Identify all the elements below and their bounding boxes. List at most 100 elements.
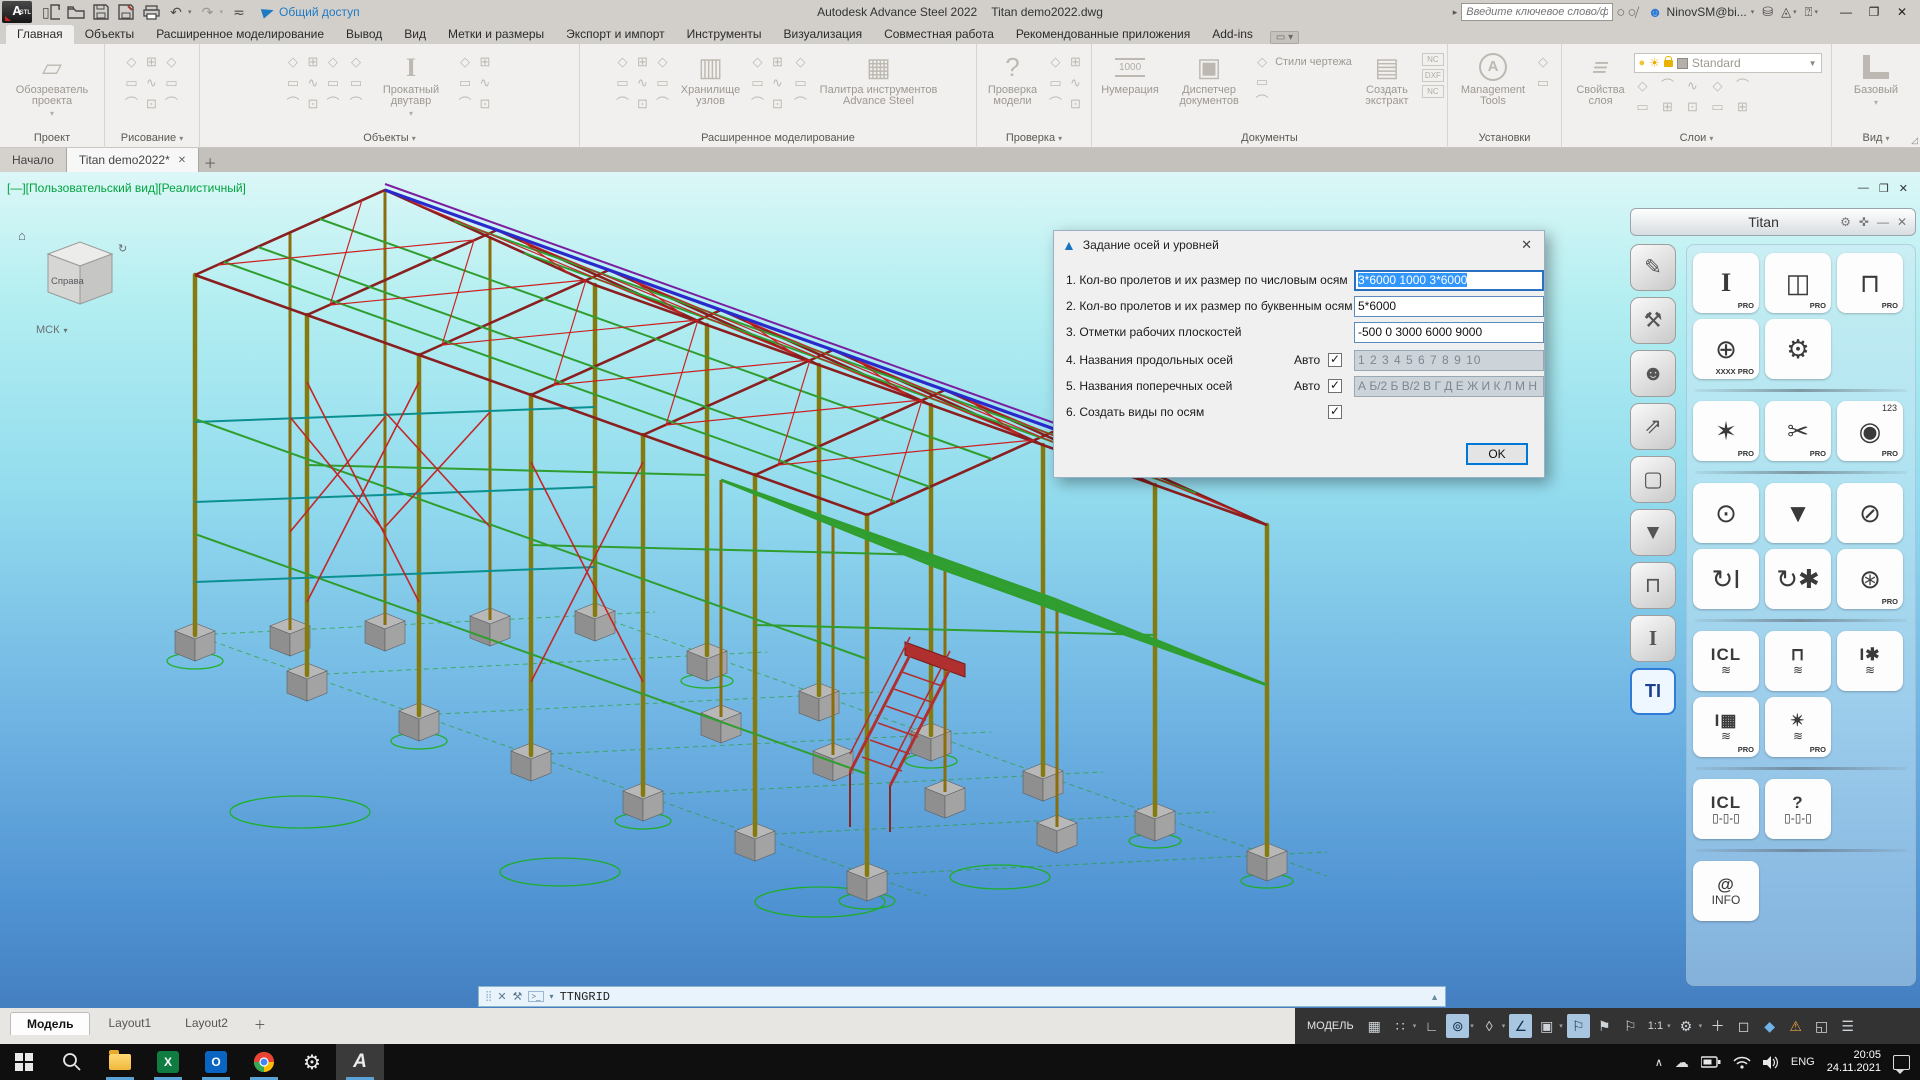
taskbar-advance-steel-button[interactable]: A (336, 1044, 384, 1080)
tab-model[interactable]: Модель (10, 1012, 90, 1035)
panel-launcher-icon[interactable]: ◿ (1911, 135, 1918, 146)
snap-toggle-icon[interactable]: ∷ (1389, 1014, 1412, 1038)
advanced-tool-icon[interactable] (792, 53, 810, 71)
layer-tool-icon[interactable] (1684, 98, 1702, 116)
user-report-button[interactable]: ☻ (1630, 350, 1676, 397)
titan-tile-icl-structure[interactable]: ICL▯-▯-▯ (1693, 779, 1759, 839)
object-tool-icon[interactable] (324, 95, 342, 113)
tab-layout2[interactable]: Layout2 (169, 1012, 244, 1034)
annotation-scale-button[interactable]: 1:1 (1645, 1020, 1666, 1032)
section-tool-button[interactable]: ⊓ (1630, 562, 1676, 609)
check-tool-icon[interactable] (1047, 74, 1065, 92)
advanced-tool-icon[interactable] (654, 95, 672, 113)
tab-vizualizaciya[interactable]: Визуализация (773, 25, 874, 44)
advanced-tool-icon[interactable] (769, 53, 787, 71)
titan-tile-icl-layers[interactable]: ICL≋ (1693, 631, 1759, 691)
titan-home-button[interactable]: TI (1630, 668, 1676, 715)
battery-icon[interactable] (1701, 1056, 1721, 1068)
command-prompt-icon[interactable]: >_ (528, 991, 543, 1002)
command-customize-icon[interactable]: ⚒ (513, 990, 523, 1003)
new-file-icon[interactable] (42, 3, 60, 21)
search-expand-icon[interactable]: ▸ (1453, 7, 1458, 18)
dialog-close-button[interactable]: ✕ (1517, 237, 1536, 253)
panel-label-layers[interactable]: Слои ▾ (1564, 131, 1829, 148)
create-extract-button[interactable]: ▤ Создать экстракт (1356, 49, 1418, 107)
draw-tool-icon[interactable] (143, 53, 161, 71)
viewport-view-label[interactable]: [—][Пользовательский вид][Реалистичный] (7, 181, 246, 195)
close-tab-icon[interactable]: ✕ (178, 155, 186, 166)
share-button[interactable]: Общий доступ (262, 5, 360, 19)
joint-storage-button[interactable]: ▥ Хранилище узлов (677, 49, 745, 107)
layer-tool-icon[interactable] (1659, 98, 1677, 116)
layer-tool-icon[interactable] (1734, 77, 1752, 95)
language-indicator[interactable]: ENG (1791, 1056, 1815, 1068)
model-viewport[interactable]: [—][Пользовательский вид][Реалистичный] … (0, 172, 1920, 1008)
object-tool-icon[interactable] (284, 95, 302, 113)
advanced-tool-icon[interactable] (614, 53, 632, 71)
rolled-beam-button[interactable]: I Прокатный двутавр▾ (370, 49, 452, 119)
row6-views-checkbox[interactable] (1328, 405, 1342, 419)
tab-sovmestnaya[interactable]: Совместная работа (873, 25, 1005, 44)
vp-minimize-icon[interactable]: — (1858, 182, 1869, 195)
tray-expand-icon[interactable]: ∧ (1655, 1056, 1663, 1069)
layer-tool-icon[interactable] (1634, 77, 1652, 95)
draw-tool-icon[interactable] (143, 95, 161, 113)
account-menu[interactable]: ☻ NinovSM@bi... ▾ (1648, 4, 1754, 20)
object-tool-icon[interactable] (284, 53, 302, 71)
draw-tool-icon[interactable] (123, 53, 141, 71)
titan-tile-truss-table[interactable]: ◫PRO (1765, 253, 1831, 313)
model-space-label[interactable]: МОДЕЛЬ (1307, 1020, 1354, 1032)
isodraft-toggle-icon[interactable]: ◊ (1478, 1014, 1501, 1038)
titan-tile-help-structure[interactable]: ?▯-▯-▯ (1765, 779, 1831, 839)
object-tool-icon[interactable] (304, 74, 322, 92)
layer-tool-icon[interactable] (1709, 77, 1727, 95)
titan-tile-portal-table[interactable]: IPRO (1693, 253, 1759, 313)
titan-tile-hide-objects[interactable]: ⊘ (1837, 483, 1903, 543)
scale-dropdown-icon[interactable]: ▾ (1667, 1022, 1671, 1030)
management-tools-button[interactable]: A Management Tools (1456, 49, 1530, 107)
draw-tool-icon[interactable] (163, 74, 181, 92)
osnap-dropdown-icon[interactable]: ▾ (1559, 1022, 1563, 1030)
advanced-tool-icon[interactable] (654, 53, 672, 71)
letter-axes-input[interactable]: 5*6000 (1354, 296, 1544, 317)
settings-tool-icon[interactable] (1534, 74, 1552, 92)
minimize-button[interactable]: — (1832, 5, 1860, 19)
titan-tile-gear-table[interactable]: ⚙ (1765, 319, 1831, 379)
taskbar-chrome-button[interactable] (240, 1044, 288, 1080)
annotation-visibility-icon[interactable]: ⚐ (1567, 1014, 1590, 1038)
check-tool-icon[interactable] (1047, 95, 1065, 113)
close-button[interactable]: ✕ (1888, 5, 1916, 19)
command-input[interactable]: TTNGRID (560, 990, 1425, 1004)
layer-tool-icon[interactable] (1634, 98, 1652, 116)
draw-tool-icon[interactable] (143, 74, 161, 92)
check-tool-icon[interactable] (1067, 74, 1085, 92)
tab-rekomendovannye[interactable]: Рекомендованные приложения (1005, 25, 1201, 44)
workspace-dropdown-icon[interactable]: ▾ (1699, 1022, 1703, 1030)
polar-dropdown-icon[interactable]: ▾ (1470, 1022, 1474, 1030)
numeric-axes-input[interactable]: 3*6000 1000 3*6000 (1354, 270, 1544, 291)
command-history-icon[interactable]: ▾ (550, 992, 554, 1001)
object-isolate-icon[interactable]: ◻ (1732, 1014, 1755, 1038)
draw-tool-icon[interactable] (163, 53, 181, 71)
hardware-acceleration-icon[interactable]: ◆ (1758, 1014, 1781, 1038)
tool-palette-button[interactable]: ▦ Палитра инструментов Advance Steel (815, 49, 943, 107)
taskbar-search-button[interactable] (48, 1044, 96, 1080)
titan-tile-filter-selection[interactable]: ▼ (1765, 483, 1831, 543)
isodraft-dropdown-icon[interactable]: ▾ (1502, 1022, 1506, 1030)
layer-dropdown[interactable]: ● ☀ Standard ▼ (1634, 53, 1822, 73)
collapse-icon[interactable] (1877, 215, 1889, 229)
titan-tile-turbo[interactable]: ⊛PRO (1837, 549, 1903, 609)
fullscreen-icon[interactable]: ◱ (1810, 1014, 1833, 1038)
taskbar-clock[interactable]: 20:05 24.11.2021 (1827, 1049, 1881, 1075)
document-manager-button[interactable]: ▣ Диспетчер документов (1169, 49, 1249, 107)
draw-tool-icon[interactable] (163, 95, 181, 113)
advanced-tool-icon[interactable] (769, 74, 787, 92)
advanced-tool-icon[interactable] (634, 74, 652, 92)
ribbon-collapse-button[interactable]: ▭ ▾ (1270, 31, 1299, 44)
advanced-tool-icon[interactable] (749, 95, 767, 113)
nc-settings-button[interactable]: NC (1422, 85, 1444, 98)
open-folder-icon[interactable] (67, 3, 85, 21)
tab-instrumenty[interactable]: Инструменты (676, 25, 773, 44)
advanced-tool-icon[interactable] (634, 95, 652, 113)
advanced-tool-icon[interactable] (654, 74, 672, 92)
